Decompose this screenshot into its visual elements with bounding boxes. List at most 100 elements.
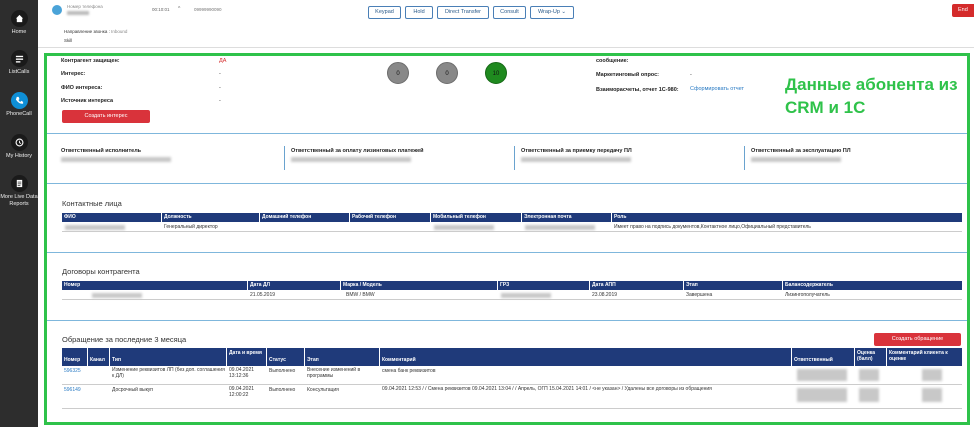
contacts-title: Контактные лица	[62, 199, 122, 208]
appeal-number-link[interactable]: 596325	[62, 366, 81, 376]
survey-label: Маркетинговый опрос:	[596, 72, 659, 78]
create-interest-button[interactable]: Создать интерес	[62, 110, 150, 123]
col-role: Роль	[614, 214, 627, 220]
contract-balance-holder: Лизингополучатель	[785, 292, 830, 298]
responsible-operation-redacted	[751, 157, 841, 162]
caller-label: Номер телефона	[67, 4, 103, 9]
divider	[47, 320, 967, 321]
contact-name-redacted	[65, 225, 125, 230]
col-stage: Этап	[684, 281, 783, 290]
responsible-executor-label: Ответственный исполнитель	[61, 148, 142, 154]
appeal-client-comment-redacted	[922, 369, 942, 381]
appeal-client-comment-redacted	[922, 388, 942, 402]
col-datetime: Дата и время	[227, 348, 267, 366]
direct-transfer-button[interactable]: Direct Transfer	[437, 6, 489, 19]
col-contract-date: Дата ДЛ	[248, 281, 341, 290]
nav-home[interactable]: Home	[0, 10, 38, 36]
caller-name-redacted	[67, 11, 89, 15]
message-label: сообщение:	[596, 58, 629, 64]
divider	[47, 252, 967, 253]
call-timer: 00:10:01	[152, 7, 170, 12]
col-balance-holder: Балансодержатель	[785, 282, 833, 288]
wrap-up-button[interactable]: Wrap-Up ⌄	[530, 6, 574, 19]
fio-interest-label: ФИО интереса:	[61, 85, 103, 91]
interest-source-label: Источник интереса	[61, 98, 114, 104]
nav-history[interactable]: My History	[0, 134, 38, 160]
nav-history-label: My History	[6, 153, 32, 159]
create-appeal-button[interactable]: Создать обращение	[874, 333, 961, 346]
contracts-title: Договоры контрагента	[62, 267, 140, 276]
divider	[284, 146, 285, 170]
contract-stage: Завершена	[686, 292, 713, 298]
divider	[47, 183, 967, 184]
responsible-payment-redacted	[291, 157, 411, 162]
appeal-responsible-redacted	[797, 388, 847, 402]
fio-interest-value: -	[219, 85, 221, 91]
col-number: Номер	[62, 281, 248, 290]
col-rating: Оценка (балл)	[855, 348, 887, 366]
skill-label: Skill	[64, 38, 73, 43]
chevron-up-icon[interactable]: ^	[178, 6, 180, 12]
call-header: Номер телефона 00:10:01 ^ 09999990090 Ke…	[38, 0, 974, 48]
interest-value: -	[219, 71, 221, 77]
col-channel: Канал	[88, 348, 110, 366]
table-row[interactable]: Генеральный директор Имеет право на подп…	[62, 222, 962, 232]
col-appeal-stage: Этап	[305, 348, 380, 366]
contract-app-date: 23.08.2019	[592, 292, 618, 298]
divider	[744, 146, 745, 170]
col-plate: ГРЗ	[498, 281, 590, 290]
divider	[47, 133, 967, 134]
nav-listcalls-label: ListCalls	[8, 69, 30, 75]
generate-report-link[interactable]: Сформировать отчет	[690, 86, 744, 92]
nav-phonecall[interactable]: PhoneCall	[0, 92, 38, 118]
list-calls-icon	[10, 50, 28, 67]
caller-avatar	[52, 5, 62, 15]
col-comment: Комментарий	[380, 348, 792, 366]
col-status: Статус	[267, 348, 305, 366]
responsible-acceptance-redacted	[521, 157, 631, 162]
direction-value: Inbound	[111, 29, 128, 34]
interest-source-value: -	[219, 98, 221, 104]
appeal-comment: смена банк реквизитов	[382, 368, 436, 374]
col-model: Марка / Модель	[341, 281, 498, 290]
end-call-button[interactable]: End	[952, 4, 974, 17]
keypad-button[interactable]: Keypad	[368, 6, 401, 19]
appeal-number-link[interactable]: 596149	[62, 385, 81, 395]
counter-circle-1: 0	[387, 62, 409, 84]
contracts-table-header: Номер Дата ДЛ Марка / Модель ГРЗ Дата АП…	[62, 281, 962, 290]
reports-icon	[10, 175, 28, 192]
contact-mobile-redacted	[434, 225, 494, 230]
appeal-type: Изменение реквизитов ЛП (без доп. соглаш…	[112, 367, 225, 379]
nav-phonecall-label: PhoneCall	[6, 111, 32, 117]
table-row[interactable]: 596325 Изменение реквизитов ЛП (без доп.…	[62, 366, 962, 385]
direction-label: Направление звонка :	[64, 29, 110, 34]
appeals-table-header: Номер Канал Тип Дата и время Статус Этап…	[62, 348, 962, 366]
responsible-acceptance-label: Ответственный за приемку передачу ПЛ	[521, 148, 632, 154]
consult-button[interactable]: Consult	[493, 6, 526, 19]
appeal-rating-redacted	[859, 369, 879, 381]
call-direction: Направление звонка : Inbound	[64, 29, 127, 34]
hold-button[interactable]: Hold	[405, 6, 433, 19]
crm-annotation: Данные абонента из CRM и 1С	[785, 75, 958, 117]
appeals-title: Обращение за последние 3 месяца	[62, 335, 187, 344]
col-fio: ФИО	[62, 213, 162, 222]
col-position: Должность	[162, 213, 260, 222]
table-row[interactable]: 596149 Досрочный выкуп 09.04.2021 12:00:…	[62, 385, 962, 409]
sidebar: Home ListCalls PhoneCall My History More…	[0, 0, 38, 427]
nav-reports[interactable]: More Live Data Reports	[0, 175, 38, 208]
table-row[interactable]: 21.05.2019 BMW / BMW 23.08.2019 Завершен…	[62, 290, 962, 300]
col-responsible: Ответственный	[792, 348, 855, 366]
settlements-label: Взаиморасчеты, отчет 1С-980:	[596, 87, 679, 93]
call-number: 09999990090	[194, 7, 222, 12]
contract-plate-redacted	[501, 293, 551, 298]
col-type: Тип	[110, 348, 227, 366]
survey-value: -	[690, 72, 692, 78]
contacts-table-header: ФИО Должность Домашний телефон Рабочий т…	[62, 213, 962, 222]
counter-circle-2: 0	[436, 62, 458, 84]
history-icon	[10, 134, 28, 151]
contract-number-redacted	[92, 293, 142, 298]
col-home-phone: Домашний телефон	[260, 213, 350, 222]
interest-label: Интерес:	[61, 71, 86, 77]
contract-date: 21.05.2019	[250, 292, 276, 298]
nav-listcalls[interactable]: ListCalls	[0, 50, 38, 76]
